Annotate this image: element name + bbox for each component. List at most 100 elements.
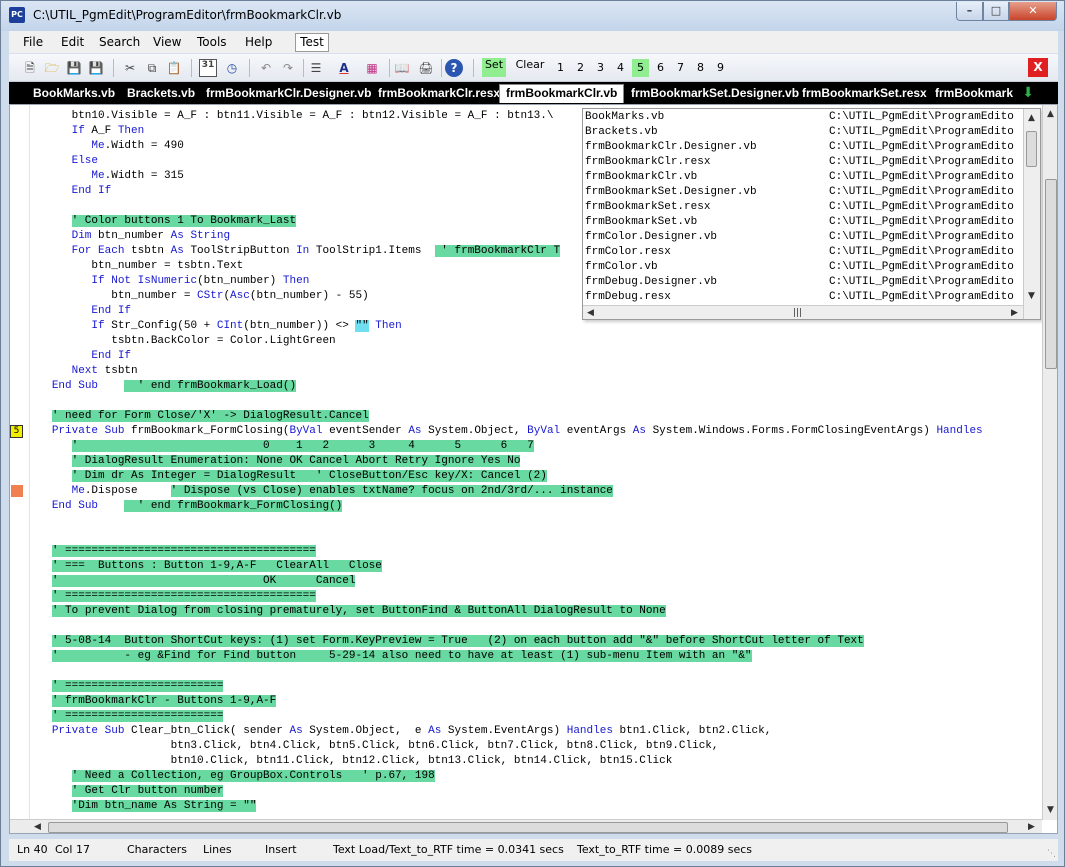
new-file-icon[interactable]: 🗎 [21,59,39,77]
popup-file-name[interactable]: BookMarks.vb [585,110,664,125]
popup-file-path[interactable]: C:\UTIL_PgmEdit\ProgramEdito [829,140,1014,155]
code-line[interactable]: ' Dim dr As Integer = DialogResult ' Clo… [32,469,547,484]
save-icon[interactable]: 💾 [65,59,83,77]
code-line[interactable]: ' Color buttons 1 To Bookmark_Last [32,214,297,229]
horizontal-scrollbar[interactable]: ◀ ▶ [10,819,1042,833]
popup-file-path[interactable]: C:\UTIL_PgmEdit\ProgramEdito [829,170,1014,185]
bookmark-button-2[interactable]: 2 [572,59,589,77]
popup-file-name[interactable]: frmBookmarkSet.Designer.vb [585,185,757,200]
popup-scroll-thumb[interactable] [1026,131,1037,167]
code-line[interactable]: If A_F Then [32,124,145,139]
scroll-right-icon[interactable]: ▶ [1028,820,1035,833]
code-line[interactable]: ' need for Form Close/'X' -> DialogResul… [32,409,369,424]
vertical-scroll-thumb[interactable] [1045,179,1057,369]
menu-test[interactable]: Test [295,33,329,52]
save-all-icon[interactable]: 💾 [87,59,105,77]
menu-file[interactable]: File [23,35,43,49]
tab-frmbookmarkset-resx[interactable]: frmBookmarkSet.resx [796,85,933,104]
menu-tools[interactable]: Tools [197,35,227,49]
bookmark-button-9[interactable]: 9 [712,59,729,77]
clear-button[interactable]: Clear [514,58,546,77]
popup-file-name[interactable]: frmDebug.Designer.vb [585,275,717,290]
popup-file-path[interactable]: C:\UTIL_PgmEdit\ProgramEdito [829,125,1014,140]
code-line[interactable]: ' OK Cancel [32,574,356,589]
code-line[interactable]: Private Sub frmBookmark_FormClosing(ByVa… [32,424,983,439]
maximize-button[interactable]: □ [983,2,1009,21]
popup-file-path[interactable]: C:\UTIL_PgmEdit\ProgramEdito [829,290,1014,305]
bookmark-button-6[interactable]: 6 [652,59,669,77]
scroll-grip-icon[interactable]: ||| [793,306,802,319]
code-line[interactable]: ' - eg &Find for Find button 5-29-14 als… [32,649,752,664]
code-line[interactable]: 'Dim btn_name As String = "" [32,799,257,814]
code-line[interactable]: btn3.Click, btn4.Click, btn5.Click, btn6… [32,739,719,754]
menu-help[interactable]: Help [245,35,272,49]
set-button[interactable]: Set [482,58,506,77]
download-icon[interactable]: ⬇ [1022,84,1034,102]
popup-file-name[interactable]: frmBookmarkClr.resx [585,155,710,170]
bookmark-button-7[interactable]: 7 [672,59,689,77]
paste-icon[interactable]: 📋 [165,59,183,77]
tab-frmbookmarkclr-resx[interactable]: frmBookmarkClr.resx [372,85,506,104]
popup-file-path[interactable]: C:\UTIL_PgmEdit\ProgramEdito [829,185,1014,200]
menu-search[interactable]: Search [99,35,140,49]
code-line[interactable]: ' 5-08-14 Button ShortCut keys: (1) set … [32,634,864,649]
bookmark-button-5[interactable]: 5 [632,59,649,77]
popup-file-path[interactable]: C:\UTIL_PgmEdit\ProgramEdito [829,110,1014,125]
popup-file-path[interactable]: C:\UTIL_PgmEdit\ProgramEdito [829,245,1014,260]
code-line[interactable]: End Sub ' end frmBookmark_FormClosing() [32,499,343,514]
popup-file-path[interactable]: C:\UTIL_PgmEdit\ProgramEdito [829,230,1014,245]
scroll-down-icon[interactable]: ▼ [1028,289,1035,303]
code-line[interactable]: tsbtn.BackColor = Color.LightGreen [32,334,335,349]
popup-file-name[interactable]: frmBookmarkSet.resx [585,200,710,215]
cut-icon[interactable]: ✂ [121,59,139,77]
help-icon[interactable]: ? [445,59,463,77]
tab-brackets-vb[interactable]: Brackets.vb [121,85,201,104]
scroll-right-icon[interactable]: ▶ [1011,306,1018,319]
bookmark-button-8[interactable]: 8 [692,59,709,77]
undo-icon[interactable]: ↶ [257,59,275,77]
clock-icon[interactable]: ◷ [223,59,241,77]
font-color-icon[interactable]: A [335,59,353,77]
code-line[interactable]: If Str_Config(50 + CInt(btn_number)) <> … [32,319,402,334]
popup-horizontal-scrollbar[interactable]: ◀ ||| ▶ [583,305,1023,319]
code-line[interactable]: ' DialogResult Enumeration: None OK Canc… [32,454,521,469]
code-line[interactable]: If Not IsNumeric(btn_number) Then [32,274,309,289]
code-line[interactable]: Next tsbtn [32,364,138,379]
code-line[interactable]: ' 0 1 2 3 4 5 6 7 [32,439,534,454]
code-line[interactable]: ' Need a Collection, eg GroupBox.Control… [32,769,435,784]
bookmark-button-3[interactable]: 3 [592,59,609,77]
code-line[interactable]: btn_number = CStr(Asc(btn_number) - 55) [32,289,368,304]
tab-bookmarks-vb[interactable]: BookMarks.vb [27,85,121,104]
resize-grip-icon[interactable]: ⋱ [1047,849,1056,859]
popup-file-name[interactable]: frmColor.Designer.vb [585,230,717,245]
scroll-up-icon[interactable]: ▲ [1047,107,1054,121]
code-line[interactable]: btn_number = tsbtn.Text [32,259,243,274]
popup-file-name[interactable]: frmDebug.resx [585,290,671,305]
popup-file-name[interactable]: frmBookmarkClr.Designer.vb [585,140,757,155]
scroll-left-icon[interactable]: ◀ [587,306,594,319]
file-list-popup[interactable]: BookMarks.vb C:\UTIL_PgmEdit\ProgramEdito… [582,108,1041,320]
code-line[interactable]: Me.Width = 315 [32,169,183,184]
close-window-button[interactable]: ✕ [1009,2,1057,21]
copy-icon[interactable]: ⧉ [143,59,161,77]
code-line[interactable]: ' ====================================== [32,589,316,604]
popup-file-path[interactable]: C:\UTIL_PgmEdit\ProgramEdito [829,155,1014,170]
minimize-button[interactable]: – [956,2,983,21]
code-line[interactable]: Else [32,154,98,169]
print-icon[interactable]: 🖨 [417,59,435,77]
title-bar[interactable]: PC C:\UTIL_PgmEdit\ProgramEditor\frmBook… [1,1,1064,31]
close-toolbar-button[interactable]: X [1028,58,1048,77]
code-line[interactable]: Me.Width = 490 [32,139,183,154]
code-line[interactable]: btn10.Visible = A_F : btn11.Visible = A_… [32,109,554,124]
popup-file-path[interactable]: C:\UTIL_PgmEdit\ProgramEdito [829,260,1014,275]
code-line[interactable]: ' ====================================== [32,544,316,559]
bookmark-button-1[interactable]: 1 [552,59,569,77]
code-line[interactable]: ' ======================== [32,679,224,694]
format-icon[interactable]: ☰ [307,59,325,77]
code-line[interactable]: End If [32,304,131,319]
popup-file-name[interactable]: frmBookmarkClr.vb [585,170,697,185]
code-line[interactable]: Me.Dispose ' Dispose (vs Close) enables … [32,484,613,499]
popup-file-name[interactable]: frmBookmarkSet.vb [585,215,697,230]
bookmark-icon[interactable]: 📖 [393,59,411,77]
popup-file-name[interactable]: Brackets.vb [585,125,658,140]
